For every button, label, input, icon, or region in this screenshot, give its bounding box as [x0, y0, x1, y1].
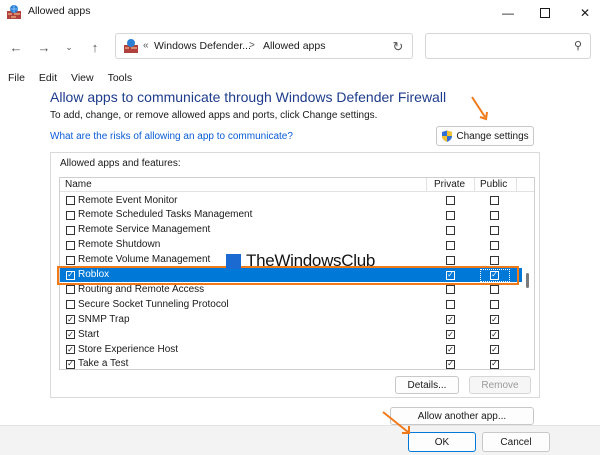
annotation-arrows: [382, 96, 488, 434]
arrow-to-change-settings: [471, 96, 488, 121]
windows-club-logo-icon: [226, 253, 241, 269]
arrow-to-ok: [382, 411, 410, 434]
watermark: TheWindowsClub: [226, 250, 386, 272]
watermark-text: TheWindowsClub: [246, 251, 376, 270]
